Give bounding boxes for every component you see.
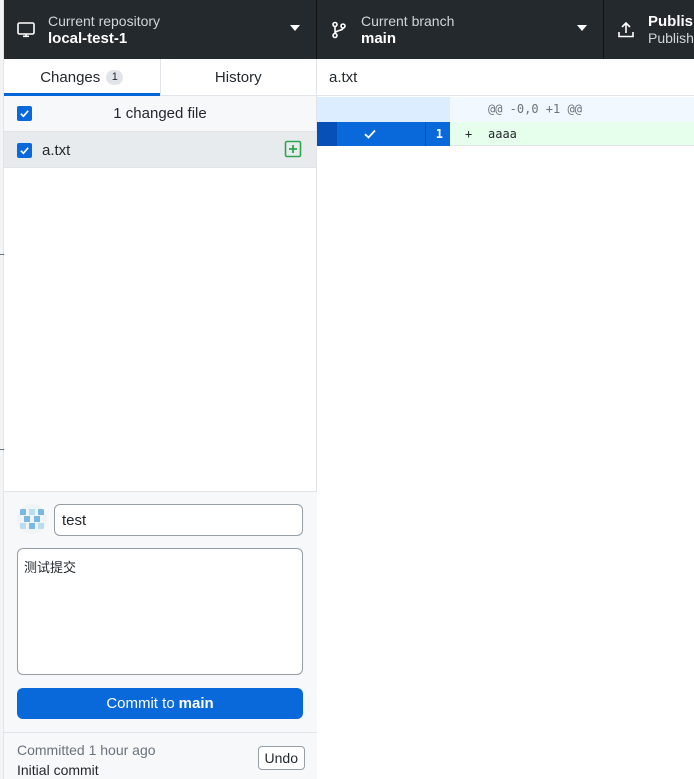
repository-label: Current repository	[48, 12, 161, 29]
tab-history-label: History	[214, 68, 262, 86]
git-branch-icon	[329, 20, 349, 40]
select-all-checkbox[interactable]	[17, 106, 32, 121]
commit-button-label: Commit to	[106, 695, 175, 712]
repository-selector[interactable]: Current repository local-test-1	[4, 0, 317, 59]
undo-button[interactable]: Undo	[257, 746, 305, 770]
hunk-header-row: @@ -0,0 +1 @@	[317, 97, 694, 122]
desktop-icon	[16, 20, 36, 40]
caret-down-icon	[290, 25, 300, 31]
file-include-checkbox[interactable]	[17, 143, 32, 158]
changes-count-badge: 1	[106, 69, 124, 85]
publish-sublabel: Publish	[648, 29, 694, 46]
last-commit-summary: Initial commit	[17, 762, 99, 778]
sidebar-tabs: Changes 1 History	[4, 59, 316, 96]
changed-files-count: 1 changed file	[113, 105, 207, 122]
last-commit-time: Committed 1 hour ago	[17, 742, 156, 758]
caret-down-icon	[577, 25, 587, 31]
hunk-gutter[interactable]	[317, 97, 450, 122]
diff-line-added[interactable]: 1 + aaaa	[317, 122, 694, 146]
gutter-divider	[425, 122, 426, 146]
repository-name: local-test-1	[48, 29, 128, 47]
diff-file-header: a.txt	[317, 59, 694, 96]
changed-files-header: 1 changed file	[4, 96, 316, 132]
commit-summary-input[interactable]	[54, 504, 303, 536]
avatar	[17, 504, 47, 534]
changed-file-item[interactable]: a.txt	[4, 132, 316, 168]
new-line-number: 1	[435, 127, 443, 141]
branch-label: Current branch	[361, 12, 455, 29]
tab-changes[interactable]: Changes 1	[4, 59, 160, 96]
line-selection-strip[interactable]	[317, 122, 337, 146]
added-marker: +	[465, 127, 473, 141]
commit-message-area: 测试提交 Commit to main	[4, 492, 317, 732]
upload-icon	[616, 20, 636, 40]
changes-sidebar: Changes 1 History 1 changed file a.txt t…	[4, 59, 317, 779]
changed-file-name: a.txt	[42, 142, 71, 159]
check-icon	[363, 127, 377, 141]
publish-label: Publis	[648, 12, 694, 30]
toolbar: Current repository local-test-1 Current …	[4, 0, 694, 59]
file-added-icon	[284, 140, 302, 158]
publish-repository-button[interactable]: Publis Publish	[604, 0, 694, 59]
branch-selector[interactable]: Current branch main	[317, 0, 604, 59]
line-gutter[interactable]: 1	[337, 122, 450, 146]
diff-file-name: a.txt	[329, 68, 358, 86]
commit-button[interactable]: Commit to main	[17, 688, 303, 719]
tab-changes-label: Changes	[40, 68, 101, 86]
commit-description-input[interactable]: 测试提交	[17, 548, 303, 675]
diff-view: a.txt @@ -0,0 +1 @@ 1 + aaaa	[317, 59, 694, 779]
commit-button-branch: main	[178, 695, 214, 712]
hunk-header: @@ -0,0 +1 @@	[488, 102, 582, 116]
last-commit-panel: Committed 1 hour ago Initial commit Undo	[4, 732, 317, 779]
branch-name: main	[361, 29, 397, 47]
added-line-text: aaaa	[488, 127, 517, 141]
tab-history[interactable]: History	[159, 59, 317, 95]
